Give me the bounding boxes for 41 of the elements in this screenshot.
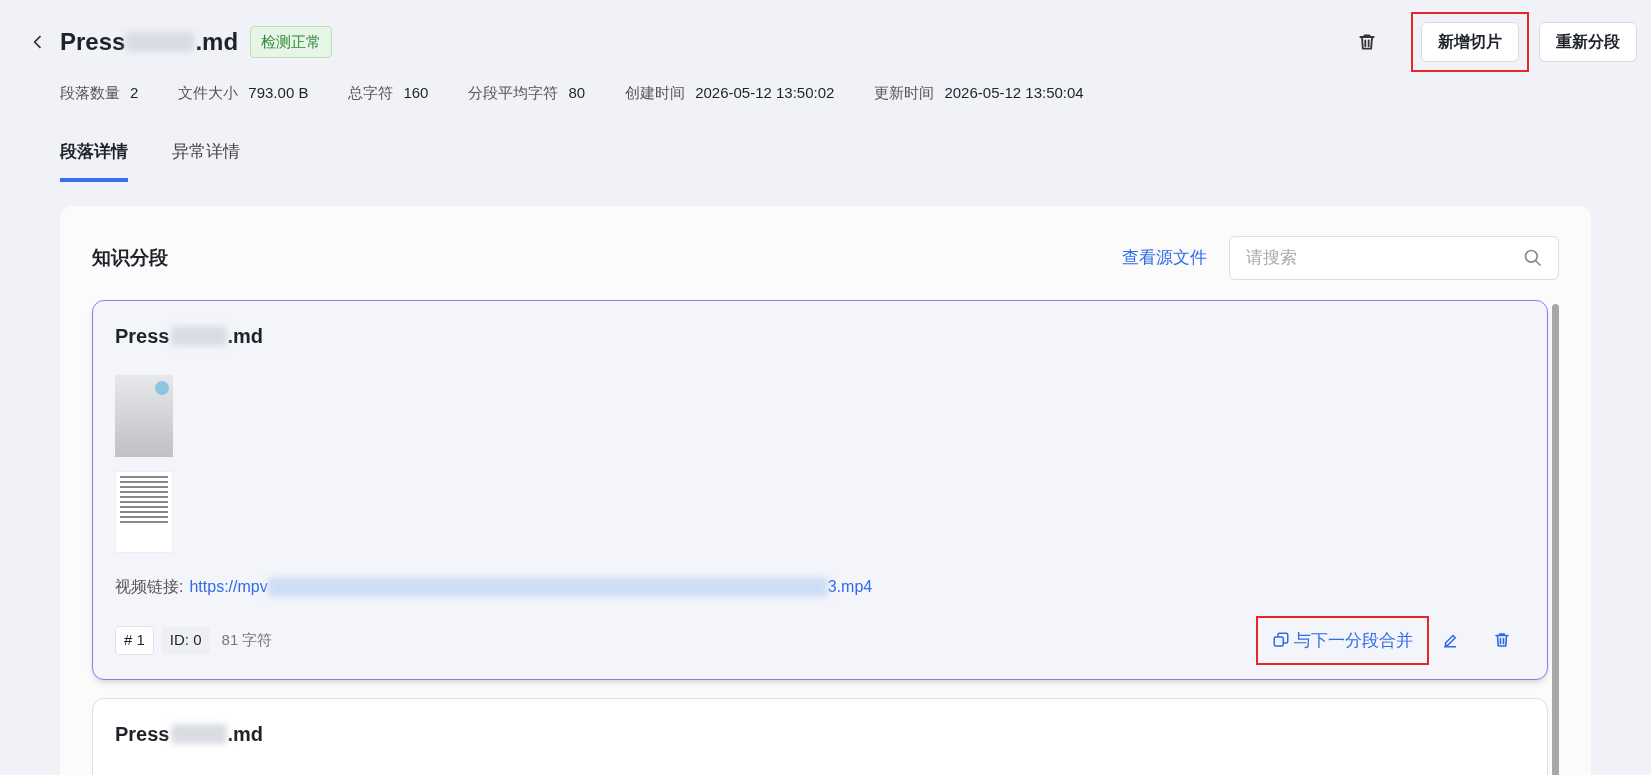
segment-card[interactable]: Press .md bbox=[92, 698, 1548, 775]
stat-value: 160 bbox=[403, 82, 429, 103]
copy-icon bbox=[1272, 631, 1290, 650]
link-label: 视频链接: bbox=[115, 577, 184, 597]
stat-label: 总字符 bbox=[348, 82, 394, 103]
stat-value: 2026-05-12 13:50:04 bbox=[944, 82, 1084, 103]
status-badge: 检测正常 bbox=[250, 25, 333, 59]
stat-value: 2 bbox=[130, 82, 139, 103]
stat-label: 段落数量 bbox=[60, 82, 120, 103]
search-field[interactable]: 请搜索 bbox=[1229, 236, 1559, 280]
video-link[interactable]: https://mpv bbox=[189, 575, 268, 599]
search-icon[interactable] bbox=[1523, 248, 1543, 268]
index-tag: # 1 bbox=[115, 626, 154, 655]
panel-title: 知识分段 bbox=[92, 245, 168, 270]
id-tag: ID: 0 bbox=[161, 627, 210, 654]
merge-button[interactable]: 与下一分段合并 bbox=[1258, 617, 1427, 663]
stat-label: 创建时间 bbox=[625, 82, 686, 103]
segment-title: .md bbox=[227, 324, 264, 349]
view-source-link[interactable]: 查看源文件 bbox=[1122, 245, 1207, 271]
redacted-text bbox=[170, 326, 227, 346]
file-title: Press bbox=[60, 27, 126, 57]
stat-value: 80 bbox=[568, 82, 586, 103]
segment-title: .md bbox=[227, 722, 264, 747]
char-count: 81 字符 bbox=[221, 630, 273, 650]
toolbar-button[interactable]: 重新分段 bbox=[1539, 22, 1637, 62]
redacted-text bbox=[170, 724, 227, 744]
stat-value: 793.00 B bbox=[248, 82, 309, 103]
video-link[interactable]: 3.mp4 bbox=[827, 575, 873, 599]
scrollbar[interactable] bbox=[1552, 304, 1559, 775]
stat-label: 文件大小 bbox=[178, 82, 239, 103]
segment-card[interactable]: Press .md 视频链接: https://mpv 3.mp4 # 1 ID: 0 81 字符 与下一分段合并 bbox=[92, 300, 1548, 680]
tab[interactable]: 段落详情 bbox=[60, 138, 128, 182]
stat-value: 2026-05-12 13:50:02 bbox=[695, 82, 835, 103]
segment-title: Press bbox=[115, 722, 170, 747]
trash-icon[interactable] bbox=[1357, 32, 1377, 52]
stat-label: 分段平均字符 bbox=[468, 82, 559, 103]
tab[interactable]: 异常详情 bbox=[172, 138, 240, 182]
toolbar-button[interactable]: 新增切片 bbox=[1421, 22, 1519, 62]
segment-title: Press bbox=[115, 324, 170, 349]
file-title: .md bbox=[195, 27, 239, 57]
stat-label: 更新时间 bbox=[874, 82, 935, 103]
